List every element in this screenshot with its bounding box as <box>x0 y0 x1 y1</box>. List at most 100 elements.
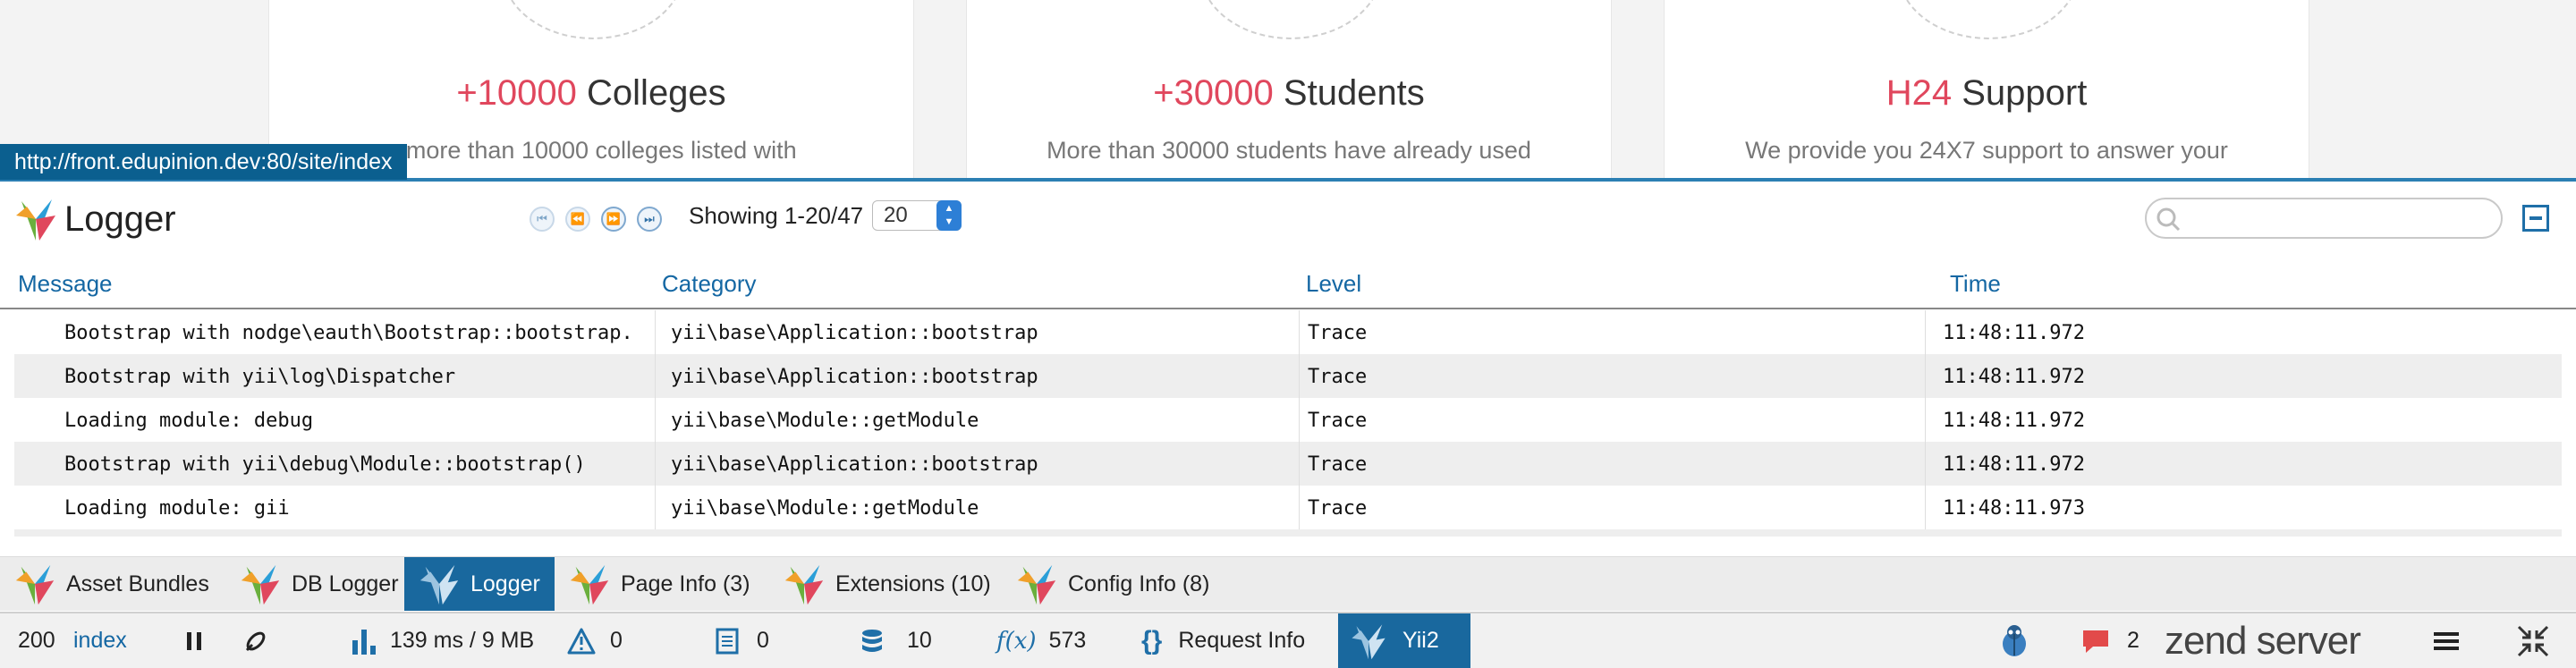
yii2-brand-item[interactable]: Yii2 <box>1338 613 1470 668</box>
column-header-category[interactable]: Category <box>662 270 757 298</box>
table-row[interactable]: Bootstrap with yii\log\Dispatcher yii\ba… <box>14 354 2562 398</box>
log-time: 11:48:11.972 <box>1943 410 2085 432</box>
feature-circle <box>1199 0 1382 39</box>
collapse-panel-button[interactable] <box>2522 205 2549 232</box>
log-count: 0 <box>757 628 769 653</box>
pagination-summary: Showing 1-20/47 <box>689 202 864 229</box>
first-page-button[interactable]: ⏮ <box>530 207 555 232</box>
yii-logo-icon <box>15 564 55 605</box>
warnings-count: 0 <box>610 628 623 653</box>
log-item[interactable]: 0 <box>716 613 769 668</box>
table-row-partial <box>14 529 2562 537</box>
pause-button[interactable] <box>186 613 202 668</box>
log-level: Trace <box>1308 410 1368 432</box>
feature-circle <box>502 0 684 39</box>
tab-logger[interactable]: Logger <box>404 557 555 611</box>
panel-tabs: Asset Bundles DB Logger Logger Page Info… <box>0 556 2576 611</box>
log-message: Bootstrap with nodge\eauth\Bootstrap::bo… <box>64 322 633 344</box>
page-size-value: 20 <box>884 203 908 227</box>
tab-label: Page Info (3) <box>621 571 750 596</box>
timing-item[interactable]: 139 ms / 9 MB <box>351 613 534 668</box>
collapse-toolbar-button[interactable] <box>2515 613 2551 668</box>
messages-count: 2 <box>2127 628 2140 653</box>
collapse-arrows-icon <box>2517 625 2549 656</box>
log-level: Trace <box>1308 453 1368 476</box>
next-page-button[interactable]: ⏩ <box>601 207 626 232</box>
log-level: Trace <box>1308 497 1368 520</box>
tab-label: Asset Bundles <box>66 571 209 596</box>
table-header: Message Category Level Time <box>0 262 2576 309</box>
log-time: 11:48:11.972 <box>1943 366 2085 388</box>
bug-icon <box>2003 624 2026 656</box>
document-icon <box>716 628 739 654</box>
log-message: Bootstrap with yii\debug\Module::bootstr… <box>64 453 586 476</box>
panel-header: Logger ⏮ ⏪ ⏩ ⏭ Showing 1-20/47 20 ▲ ▼ <box>0 182 2576 253</box>
request-info-item[interactable]: {} Request Info <box>1141 613 1305 668</box>
log-message: Loading module: gii <box>64 497 290 520</box>
log-time: 11:48:11.972 <box>1943 453 2085 476</box>
feature-text: More than 30000 students have already us… <box>1046 137 1531 164</box>
zend-server-logo: zend server <box>2165 618 2361 663</box>
feature-text: We provide you 24X7 support to answer yo… <box>1745 137 2228 164</box>
bar-chart-icon <box>352 629 376 655</box>
feature-circle <box>1897 0 2080 39</box>
column-header-message[interactable]: Message <box>18 270 113 298</box>
feature-heading: +30000 Students <box>1153 73 1425 113</box>
tab-label: Config Info (8) <box>1068 571 1210 596</box>
status-code: 200 <box>18 628 55 653</box>
search-icon <box>2157 207 2181 232</box>
route-link[interactable]: index <box>73 613 127 668</box>
panel-title: Logger <box>64 199 176 239</box>
pin-button[interactable] <box>243 613 268 668</box>
column-header-level[interactable]: Level <box>1306 270 1361 298</box>
search-box[interactable] <box>2145 198 2503 239</box>
yii-logo-icon <box>570 564 609 605</box>
log-category: yii\base\Application::bootstrap <box>671 366 1038 388</box>
feature-heading: +10000 Colleges <box>456 73 726 113</box>
yii-logo-icon <box>1352 623 1385 659</box>
column-header-time[interactable]: Time <box>1950 270 2001 298</box>
menu-button[interactable] <box>2433 613 2460 668</box>
db-item[interactable]: 10 <box>860 613 932 668</box>
feature-card-students: +30000 Students More than 30000 students… <box>966 0 1612 179</box>
pagination: ⏮ ⏪ ⏩ ⏭ <box>530 207 662 232</box>
table-row[interactable]: Bootstrap with nodge\eauth\Bootstrap::bo… <box>14 310 2562 354</box>
debug-toolbar: 200 index 139 ms / 9 MB 0 0 10 f(x) 573 <box>0 612 2576 668</box>
tab-db-logger[interactable]: DB Logger <box>225 557 404 611</box>
search-input[interactable] <box>2186 203 2494 235</box>
spinner-arrows-icon[interactable]: ▲ ▼ <box>936 200 962 231</box>
prev-page-button[interactable]: ⏪ <box>565 207 590 232</box>
yii-logo-icon <box>241 564 280 605</box>
log-level: Trace <box>1308 366 1368 388</box>
feature-heading: H24 Support <box>1885 73 2088 113</box>
tab-extensions[interactable]: Extensions (10) <box>769 557 1002 611</box>
tab-label: DB Logger <box>292 571 399 596</box>
db-queries-count: 10 <box>907 628 932 653</box>
yii-logo-icon <box>419 564 459 605</box>
yii-logo-icon <box>16 199 55 241</box>
debug-panel: Logger ⏮ ⏪ ⏩ ⏭ Showing 1-20/47 20 ▲ ▼ Mes… <box>0 178 2576 668</box>
tab-config-info[interactable]: Config Info (8) <box>1002 557 1225 611</box>
page-size-select[interactable]: 20 ▲ ▼ <box>872 200 962 231</box>
functions-item[interactable]: f(x) 573 <box>996 613 1086 668</box>
table-row[interactable]: Loading module: gii yii\base\Module::get… <box>14 486 2562 529</box>
yii-logo-icon <box>784 564 824 605</box>
request-info-label: Request Info <box>1178 628 1306 653</box>
pin-icon <box>245 631 266 651</box>
bug-button[interactable] <box>1996 613 2032 668</box>
chat-bubble-icon <box>2083 630 2108 653</box>
pause-icon <box>187 631 201 650</box>
log-category: yii\base\Module::getModule <box>671 410 979 432</box>
log-category: yii\base\Module::getModule <box>671 497 979 520</box>
tab-asset-bundles[interactable]: Asset Bundles <box>0 557 225 611</box>
table-row[interactable]: Bootstrap with yii\debug\Module::bootstr… <box>14 442 2562 486</box>
warnings-item[interactable]: 0 <box>567 613 623 668</box>
last-page-button[interactable]: ⏭ <box>637 207 662 232</box>
log-time: 11:48:11.972 <box>1943 322 2085 344</box>
yii-logo-icon <box>1017 564 1056 605</box>
table-row[interactable]: Loading module: debug yii\base\Module::g… <box>14 398 2562 442</box>
messages-item[interactable]: 2 <box>2080 613 2140 668</box>
log-category: yii\base\Application::bootstrap <box>671 322 1038 344</box>
log-message: Loading module: debug <box>64 410 314 432</box>
tab-page-info[interactable]: Page Info (3) <box>555 557 769 611</box>
